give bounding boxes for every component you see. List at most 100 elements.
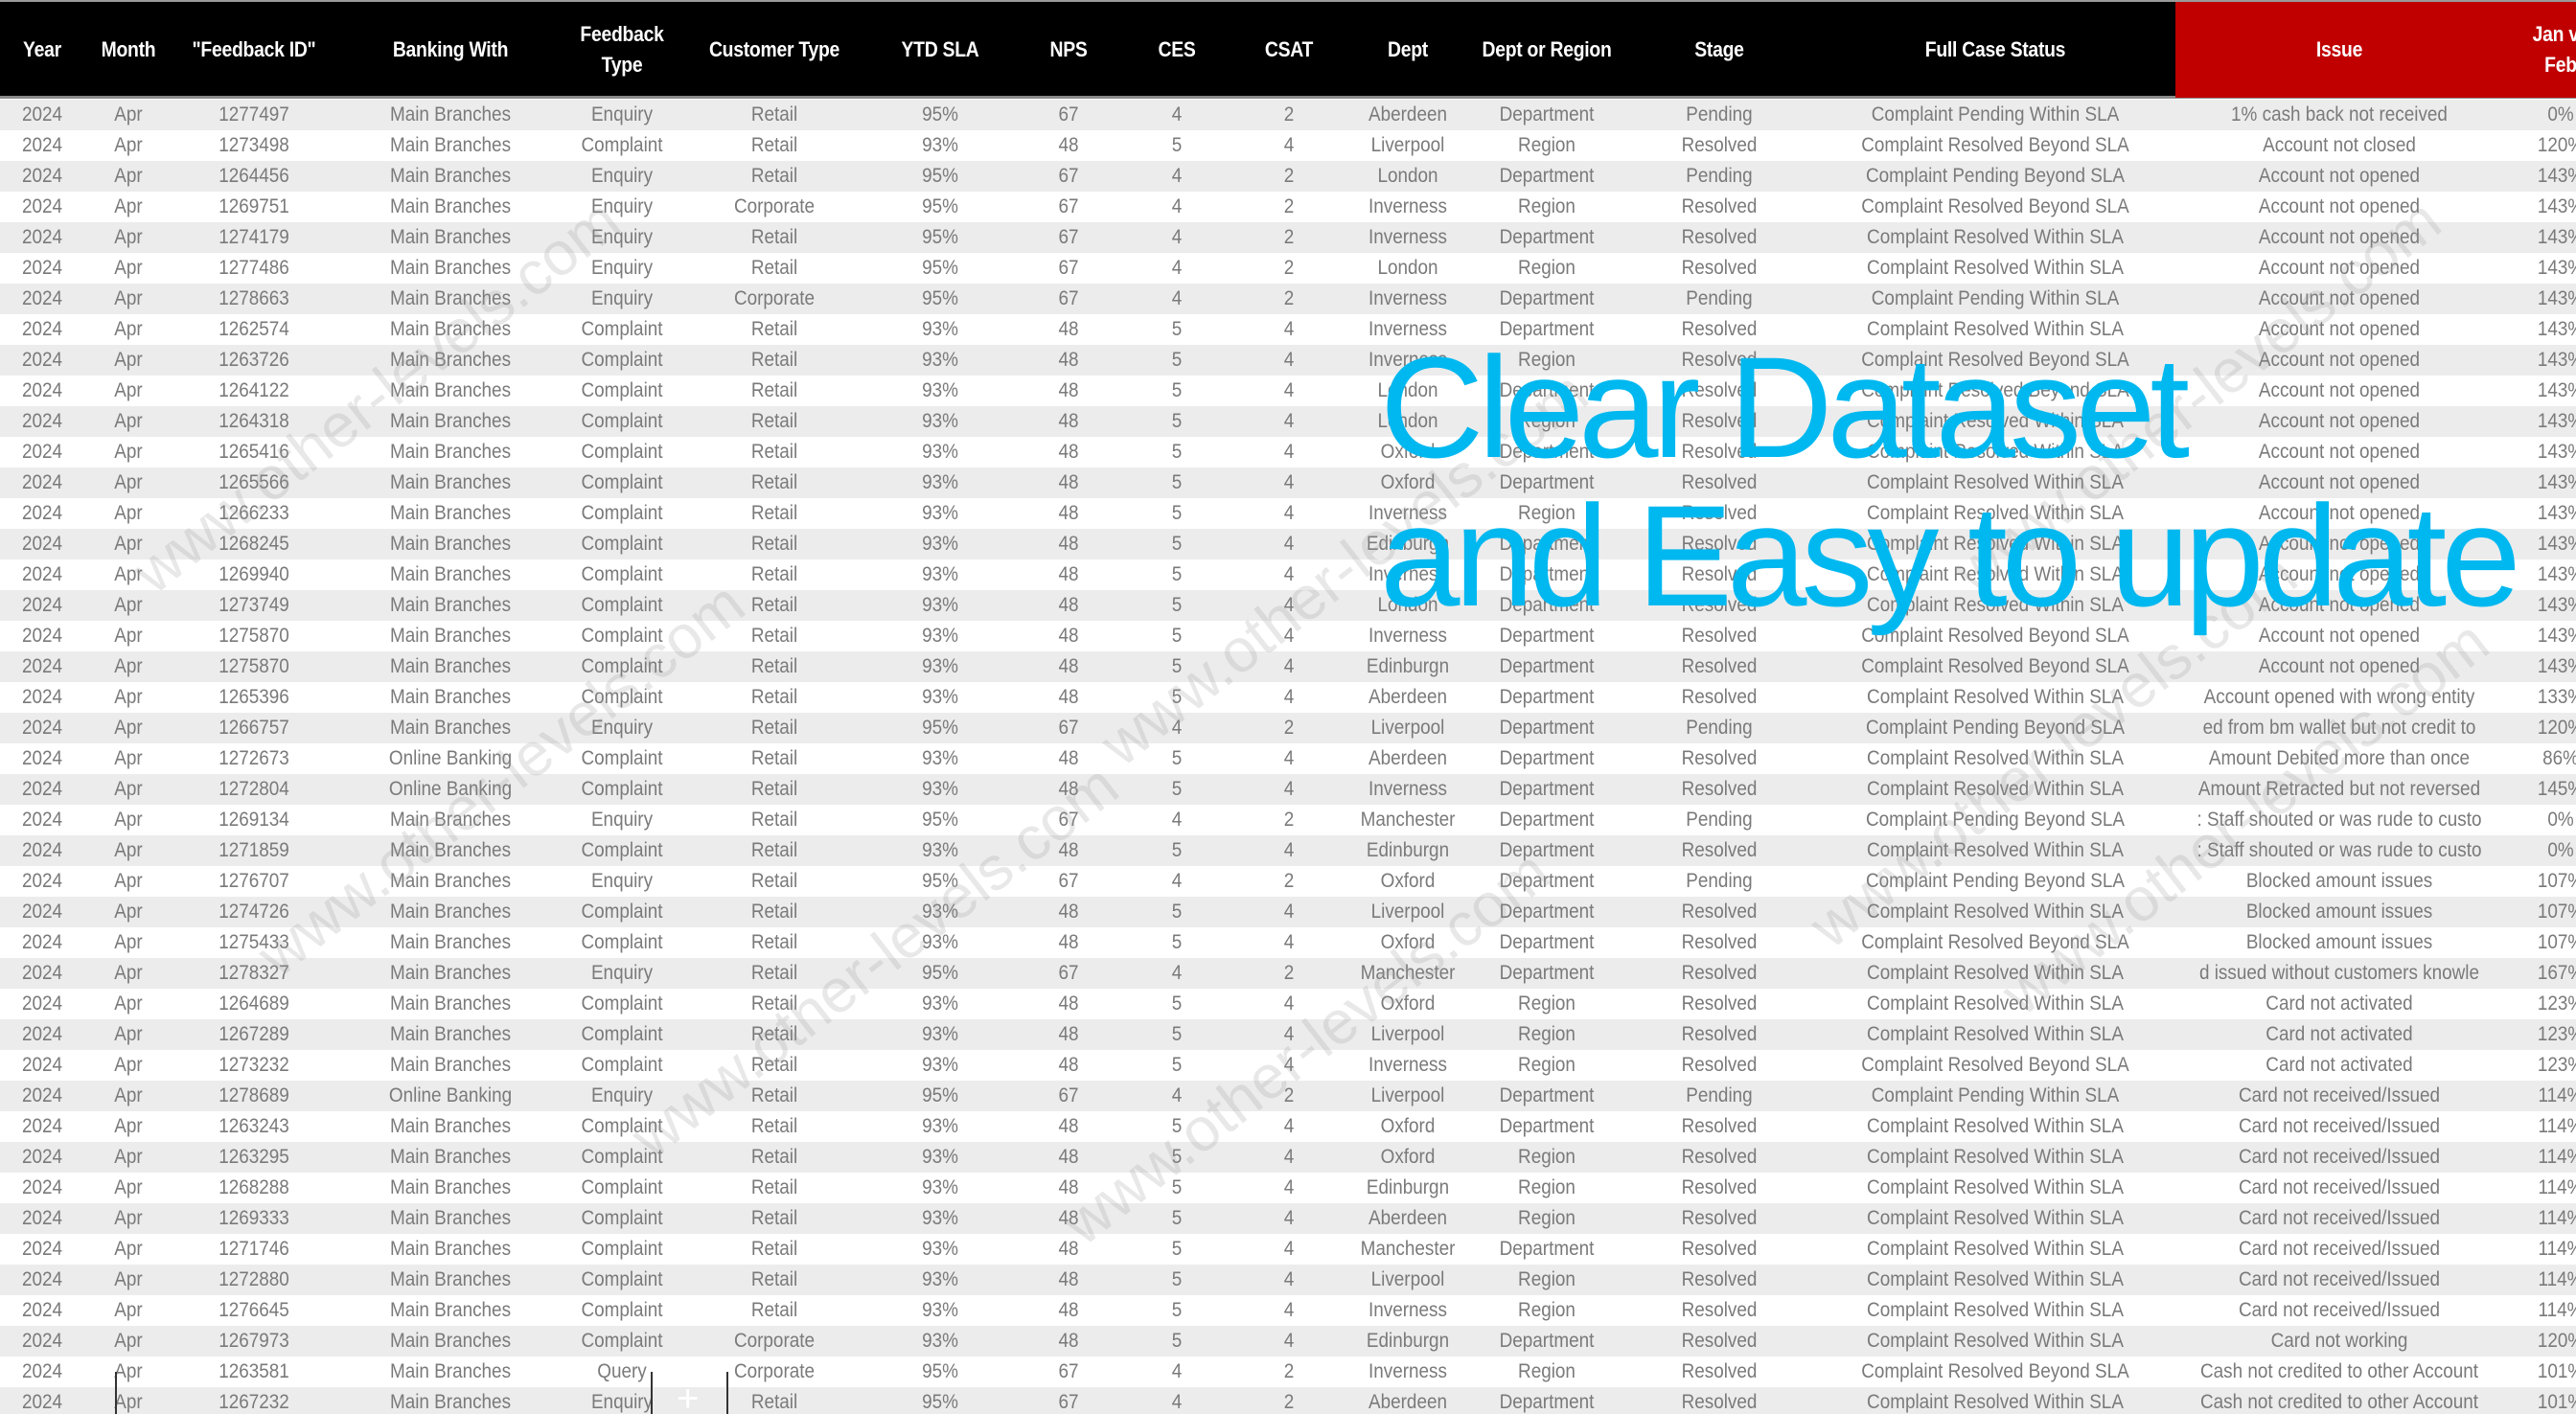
cell-dept[interactable]: Edinburgn	[1352, 529, 1464, 559]
cell-stage[interactable]: Resolved	[1633, 1203, 1806, 1234]
cell-banking[interactable]: Main Branches	[347, 805, 554, 835]
cell-stage[interactable]: Resolved	[1633, 1050, 1806, 1081]
cell-banking[interactable]: Main Branches	[347, 1295, 554, 1326]
cell-banking[interactable]: Main Branches	[347, 1111, 554, 1142]
cell-csat[interactable]: 2	[1233, 253, 1346, 284]
cell-csat[interactable]: 2	[1233, 1081, 1346, 1111]
cell-id[interactable]: 1264689	[181, 989, 328, 1019]
cell-dor[interactable]: Region	[1478, 1019, 1616, 1050]
cell-year[interactable]: 2024	[4, 529, 80, 559]
cell-month[interactable]: Apr	[89, 897, 169, 927]
cell-id[interactable]: 1278689	[181, 1081, 328, 1111]
cell-nps[interactable]: 48	[1016, 1142, 1121, 1173]
cell-ytd[interactable]: 93%	[877, 376, 1002, 406]
cell-month[interactable]: Apr	[89, 651, 169, 682]
column-header-stage[interactable]: Stage	[1635, 2, 1804, 98]
cell-ftype[interactable]: Enquiry	[571, 100, 673, 130]
cell-nps[interactable]: 48	[1016, 437, 1121, 468]
cell-month[interactable]: Apr	[89, 682, 169, 713]
cell-id[interactable]: 1272804	[181, 774, 328, 805]
cell-jvf[interactable]: 143%	[2509, 314, 2576, 345]
cell-ctype[interactable]: Retail	[688, 1265, 861, 1295]
cell-ctype[interactable]: Corporate	[688, 1326, 861, 1357]
cell-issue[interactable]: Card not activated	[2192, 989, 2487, 1019]
cell-status[interactable]: Complaint Pending Beyond SLA	[1833, 161, 2157, 192]
cell-ftype[interactable]: Enquiry	[571, 284, 673, 314]
cell-year[interactable]: 2024	[4, 1111, 80, 1142]
cell-dept[interactable]: Inverness	[1352, 498, 1464, 529]
cell-ftype[interactable]: Complaint	[571, 437, 673, 468]
cell-year[interactable]: 2024	[4, 192, 80, 222]
cell-csat[interactable]: 2	[1233, 222, 1346, 253]
cell-dept[interactable]: Edinburgn	[1352, 835, 1464, 866]
cell-id[interactable]: 1262574	[181, 314, 328, 345]
cell-jvf[interactable]: 143%	[2509, 222, 2576, 253]
cell-csat[interactable]: 4	[1233, 498, 1346, 529]
cell-dept[interactable]: London	[1352, 161, 1464, 192]
cell-dept[interactable]: London	[1352, 253, 1464, 284]
cell-ces[interactable]: 5	[1132, 1111, 1222, 1142]
cell-ces[interactable]: 4	[1132, 222, 1222, 253]
cell-year[interactable]: 2024	[4, 1387, 80, 1414]
cell-ftype[interactable]: Complaint	[571, 1295, 673, 1326]
cell-month[interactable]: Apr	[89, 989, 169, 1019]
cell-issue[interactable]: Card not received/Issued	[2192, 1142, 2487, 1173]
cell-year[interactable]: 2024	[4, 897, 80, 927]
cell-issue[interactable]: Cash not credited to other Account	[2192, 1357, 2487, 1387]
cell-year[interactable]: 2024	[4, 805, 80, 835]
cell-ytd[interactable]: 93%	[877, 406, 1002, 437]
cell-ytd[interactable]: 95%	[877, 253, 1002, 284]
cell-dept[interactable]: London	[1352, 376, 1464, 406]
cell-stage[interactable]: Resolved	[1633, 1295, 1806, 1326]
cell-id[interactable]: 1266233	[181, 498, 328, 529]
cell-csat[interactable]: 4	[1233, 1142, 1346, 1173]
cell-ces[interactable]: 5	[1132, 1326, 1222, 1357]
cell-nps[interactable]: 67	[1016, 192, 1121, 222]
cell-ytd[interactable]: 93%	[877, 774, 1002, 805]
cell-banking[interactable]: Main Branches	[347, 927, 554, 958]
cell-ces[interactable]: 5	[1132, 345, 1222, 376]
cell-jvf[interactable]: 143%	[2509, 437, 2576, 468]
cell-ctype[interactable]: Retail	[688, 651, 861, 682]
cell-nps[interactable]: 67	[1016, 805, 1121, 835]
cell-year[interactable]: 2024	[4, 130, 80, 161]
cell-month[interactable]: Apr	[89, 284, 169, 314]
cell-month[interactable]: Apr	[89, 590, 169, 621]
cell-ytd[interactable]: 93%	[877, 1050, 1002, 1081]
cell-year[interactable]: 2024	[4, 621, 80, 651]
cell-banking[interactable]: Main Branches	[347, 314, 554, 345]
cell-ctype[interactable]: Retail	[688, 897, 861, 927]
cell-jvf[interactable]: 143%	[2509, 559, 2576, 590]
cell-ctype[interactable]: Retail	[688, 927, 861, 958]
cell-year[interactable]: 2024	[4, 284, 80, 314]
cell-ctype[interactable]: Retail	[688, 222, 861, 253]
cell-jvf[interactable]: 101%	[2509, 1357, 2576, 1387]
cell-ces[interactable]: 5	[1132, 1295, 1222, 1326]
cell-ctype[interactable]: Retail	[688, 713, 861, 743]
cell-ytd[interactable]: 93%	[877, 1019, 1002, 1050]
cell-stage[interactable]: Resolved	[1633, 130, 1806, 161]
cell-id[interactable]: 1265396	[181, 682, 328, 713]
cell-ftype[interactable]: Enquiry	[571, 1387, 673, 1414]
cell-jvf[interactable]: 143%	[2509, 376, 2576, 406]
cell-status[interactable]: Complaint Resolved Within SLA	[1833, 1173, 2157, 1203]
cell-ces[interactable]: 4	[1132, 866, 1222, 897]
cell-dor[interactable]: Department	[1478, 161, 1616, 192]
cell-dor[interactable]: Department	[1478, 682, 1616, 713]
cell-nps[interactable]: 67	[1016, 222, 1121, 253]
cell-jvf[interactable]: 114%	[2509, 1265, 2576, 1295]
cell-stage[interactable]: Resolved	[1633, 1142, 1806, 1173]
cell-nps[interactable]: 67	[1016, 1081, 1121, 1111]
cell-dept[interactable]: Inverness	[1352, 1357, 1464, 1387]
cell-ytd[interactable]: 93%	[877, 897, 1002, 927]
cell-dept[interactable]: Liverpool	[1352, 1081, 1464, 1111]
cell-stage[interactable]: Resolved	[1633, 406, 1806, 437]
cell-ces[interactable]: 4	[1132, 805, 1222, 835]
cell-dept[interactable]: Oxford	[1352, 468, 1464, 498]
cell-id[interactable]: 1265416	[181, 437, 328, 468]
cell-dept[interactable]: Aberdeen	[1352, 1203, 1464, 1234]
cell-year[interactable]: 2024	[4, 927, 80, 958]
cell-jvf[interactable]: 123%	[2509, 1050, 2576, 1081]
cell-banking[interactable]: Main Branches	[347, 559, 554, 590]
cell-ctype[interactable]: Retail	[688, 774, 861, 805]
